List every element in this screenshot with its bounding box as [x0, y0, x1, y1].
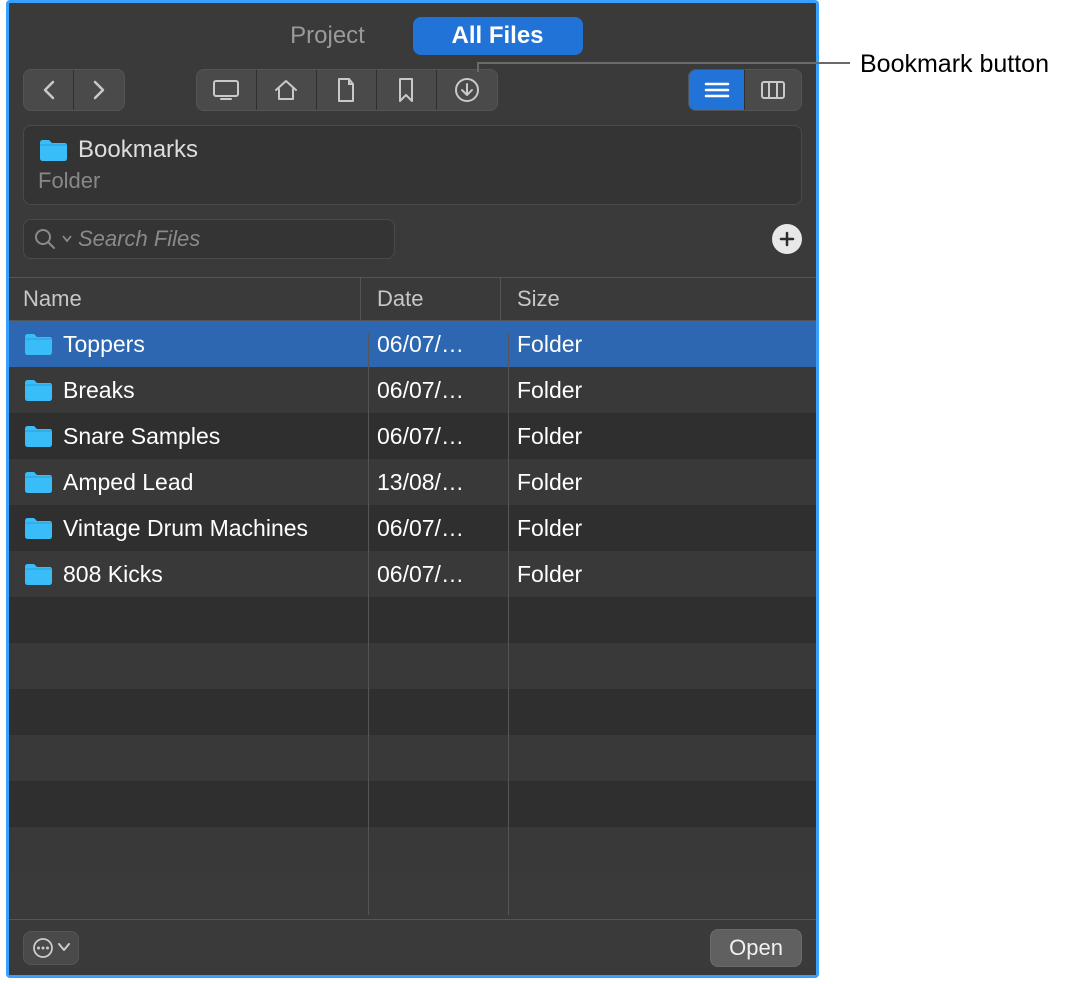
row-size: Folder: [501, 413, 816, 459]
document-icon: [336, 77, 356, 103]
toolbar: [9, 69, 816, 125]
columns-icon: [760, 80, 786, 100]
table-row: [9, 597, 816, 643]
table-row: [9, 689, 816, 735]
folder-icon: [38, 138, 68, 162]
column-date[interactable]: Date: [361, 278, 501, 320]
back-button[interactable]: [24, 70, 74, 110]
chevron-left-icon: [42, 80, 56, 100]
folder-icon: [23, 516, 53, 540]
row-date: 06/07/…: [361, 367, 501, 413]
ellipsis-circle-icon: [32, 937, 54, 959]
project-folder-button[interactable]: [317, 70, 377, 110]
location-subtitle: Folder: [38, 164, 787, 194]
tab-all-files[interactable]: All Files: [413, 17, 583, 55]
forward-button[interactable]: [74, 70, 124, 110]
table-row[interactable]: Vintage Drum Machines 06/07/…Folder: [9, 505, 816, 551]
row-name: Toppers: [63, 331, 145, 358]
location-title: Bookmarks: [78, 136, 198, 164]
search-box[interactable]: [23, 219, 395, 259]
plus-icon: [779, 231, 795, 247]
table-header: Name Date Size: [9, 277, 816, 321]
row-date: 06/07/…: [361, 413, 501, 459]
nav-history: [23, 69, 125, 111]
column-divider: [368, 333, 369, 915]
home-button[interactable]: [257, 70, 317, 110]
table-row[interactable]: Breaks 06/07/…Folder: [9, 367, 816, 413]
folder-icon: [23, 378, 53, 402]
table-row: [9, 735, 816, 781]
search-row: [23, 219, 802, 259]
actions-menu-button[interactable]: [23, 931, 79, 965]
downloads-button[interactable]: [437, 70, 497, 110]
row-date: 13/08/…: [361, 459, 501, 505]
search-input[interactable]: [78, 226, 384, 252]
file-browser-window: Project All Files: [6, 0, 819, 978]
chevron-down-icon: [58, 943, 70, 952]
table-row: [9, 781, 816, 827]
search-icon: [34, 228, 56, 250]
table-row: [9, 827, 816, 873]
folder-icon: [23, 470, 53, 494]
row-name: Snare Samples: [63, 423, 220, 450]
home-icon: [273, 78, 299, 102]
table-row[interactable]: Snare Samples 06/07/…Folder: [9, 413, 816, 459]
row-size: Folder: [501, 321, 816, 367]
row-size: Folder: [501, 459, 816, 505]
column-size[interactable]: Size: [501, 278, 816, 320]
tab-project[interactable]: Project: [243, 17, 413, 55]
bookmark-icon: [397, 77, 415, 103]
list-icon: [704, 81, 730, 99]
column-view-button[interactable]: [745, 70, 801, 110]
footer: Open: [9, 919, 816, 975]
table-row[interactable]: 808 Kicks 06/07/…Folder: [9, 551, 816, 597]
location-buttons: [196, 69, 498, 111]
location-bar[interactable]: Bookmarks Folder: [23, 125, 802, 205]
row-date: 06/07/…: [361, 551, 501, 597]
computer-button[interactable]: [197, 70, 257, 110]
callout-label: Bookmark button: [860, 50, 1049, 79]
row-date: 06/07/…: [361, 505, 501, 551]
table-row[interactable]: Amped Lead 13/08/…Folder: [9, 459, 816, 505]
row-size: Folder: [501, 505, 816, 551]
row-name: Breaks: [63, 377, 135, 404]
list-view-button[interactable]: [689, 70, 745, 110]
open-button[interactable]: Open: [710, 929, 802, 967]
row-date: 06/07/…: [361, 321, 501, 367]
view-mode: [688, 69, 802, 111]
search-menu-chevron-icon: [62, 235, 72, 243]
folder-icon: [23, 424, 53, 448]
display-icon: [212, 79, 240, 101]
table-row: [9, 643, 816, 689]
column-divider: [508, 333, 509, 915]
folder-icon: [23, 332, 53, 356]
table-row[interactable]: Toppers 06/07/…Folder: [9, 321, 816, 367]
row-size: Folder: [501, 551, 816, 597]
column-name[interactable]: Name: [9, 278, 361, 320]
row-name: 808 Kicks: [63, 561, 163, 588]
row-size: Folder: [501, 367, 816, 413]
chevron-right-icon: [92, 80, 106, 100]
tab-bar: Project All Files: [9, 3, 816, 69]
table-body: Toppers06/07/…FolderBreaks06/07/…FolderS…: [9, 321, 816, 873]
add-button[interactable]: [772, 224, 802, 254]
folder-icon: [23, 562, 53, 586]
row-name: Amped Lead: [63, 469, 193, 496]
bookmark-button[interactable]: [377, 70, 437, 110]
row-name: Vintage Drum Machines: [63, 515, 308, 542]
download-icon: [454, 77, 480, 103]
